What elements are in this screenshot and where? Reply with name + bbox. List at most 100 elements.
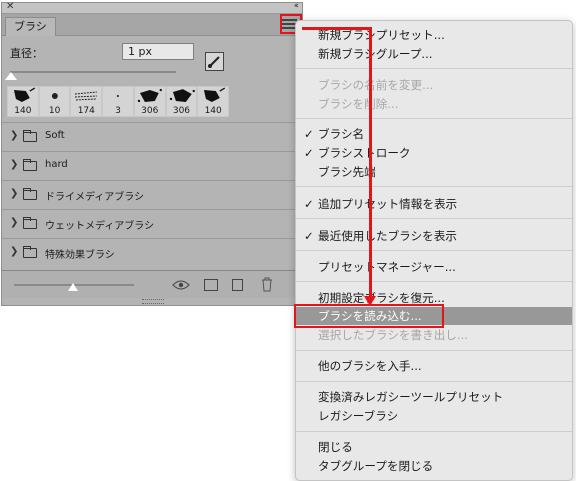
- menu-separator: [296, 68, 572, 69]
- brush-preset[interactable]: 10: [38, 86, 71, 117]
- brush-group-name: hard: [45, 159, 68, 170]
- brush-group-row[interactable]: ❯ hard: [2, 151, 302, 180]
- menu-separator: [296, 381, 572, 382]
- folder-icon[interactable]: [204, 279, 218, 291]
- brush-size: 306: [172, 106, 191, 116]
- brush-size: 140: [204, 106, 222, 116]
- close-icon[interactable]: ✕: [6, 1, 14, 12]
- menu-separator: [296, 218, 572, 219]
- menu-item: ブラシの名前を変更...: [296, 76, 572, 94]
- brush-group-name: 特殊効果ブラシ: [45, 250, 115, 261]
- annotation-arrow: [369, 27, 372, 299]
- panel-title-bar: ✕ ‹‹: [2, 1, 302, 14]
- dry-brush-icon: [75, 91, 98, 101]
- resize-grip[interactable]: [142, 299, 164, 304]
- checkmark-icon: ✓: [304, 146, 314, 160]
- folder-icon: [23, 217, 37, 229]
- menu-item[interactable]: タブグループを閉じる: [296, 457, 572, 475]
- menu-item-label: 他のブラシを入手...: [318, 359, 422, 373]
- brush-group-name: Soft: [45, 130, 65, 141]
- brush-preset[interactable]: 3: [102, 86, 134, 117]
- menu-item[interactable]: 閉じる: [296, 438, 572, 456]
- brush-group-name: ウェットメディアブラシ: [45, 221, 155, 232]
- chevron-right-icon[interactable]: ❯: [10, 159, 18, 170]
- menu-item-label: 追加プリセット情報を表示: [318, 197, 458, 211]
- brush-size: 3: [115, 106, 121, 116]
- brush-size: 140: [14, 106, 32, 116]
- size-label: 直径：: [10, 47, 43, 60]
- menu-separator: [296, 281, 572, 282]
- menu-item-label: 新規ブラシグループ...: [318, 47, 433, 61]
- menu-item-label: レガシーブラシ: [318, 409, 399, 423]
- brush-preset[interactable]: 140: [7, 86, 39, 117]
- brush-size: 174: [77, 106, 95, 116]
- brush-preset[interactable]: 140: [197, 86, 230, 117]
- brush-preset[interactable]: 306: [165, 86, 198, 117]
- brush-group-row[interactable]: ❯ ドライメディアブラシ: [2, 180, 302, 209]
- chevron-right-icon[interactable]: ❯: [10, 217, 18, 228]
- folder-icon: [23, 130, 37, 142]
- annotation-arrow: [302, 27, 372, 30]
- folder-icon: [23, 188, 37, 200]
- menu-item[interactable]: レガシーブラシ: [296, 407, 572, 425]
- menu-item-label: 閉じる: [318, 440, 353, 454]
- menu-separator: [296, 250, 572, 251]
- menu-item-label: 新規ブラシプリセット...: [318, 28, 445, 42]
- checkmark-icon: ✓: [304, 197, 314, 211]
- panel-bottom-bar: [2, 270, 302, 298]
- menu-item-label: ブラシストローク: [318, 146, 411, 160]
- tab-brush[interactable]: ブラシ: [5, 17, 56, 36]
- menu-item[interactable]: ブラシ先端: [296, 163, 572, 181]
- brush-panel: ✕ ‹‹ ブラシ 直径： 1 px 140 10 174 3 306 306 1…: [1, 1, 303, 306]
- brush-preset[interactable]: 306: [133, 86, 166, 117]
- size-input[interactable]: 1 px: [122, 43, 194, 60]
- brush-preset[interactable]: 174: [70, 86, 103, 117]
- splatter-icon: [169, 89, 195, 102]
- menu-item[interactable]: 変換済みレガシーツールプリセット: [296, 388, 572, 406]
- brush-size: 10: [48, 106, 61, 116]
- menu-item[interactable]: ✓ 追加プリセット情報を表示: [296, 195, 572, 213]
- visibility-icon[interactable]: [172, 279, 190, 291]
- brush-group-row[interactable]: ❯ Soft: [2, 122, 302, 151]
- checkmark-icon: ✓: [304, 127, 314, 141]
- menu-item: 選択したブラシを書き出し...: [296, 326, 572, 344]
- preview-size-thumb[interactable]: [68, 283, 78, 291]
- menu-item-label: ブラシの名前を変更...: [318, 78, 434, 92]
- menu-separator: [296, 186, 572, 187]
- menu-item: ブラシを削除...: [296, 95, 572, 113]
- size-slider-thumb[interactable]: [5, 72, 17, 80]
- folder-icon: [23, 159, 37, 171]
- menu-item-label: 最近使用したブラシを表示: [318, 229, 457, 243]
- chevron-right-icon[interactable]: ❯: [10, 246, 18, 257]
- brush-group-row[interactable]: ❯ 特殊効果ブラシ: [2, 238, 302, 267]
- brush-panel-menu: 新規ブラシプリセット... 新規ブラシグループ... ブラシの名前を変更... …: [295, 20, 573, 481]
- brush-group-row[interactable]: ❯ ウェットメディアブラシ: [2, 209, 302, 238]
- menu-item-label: タブグループを閉じる: [318, 459, 434, 473]
- collapse-icon[interactable]: ‹‹: [294, 1, 299, 11]
- checkmark-icon: ✓: [304, 229, 314, 243]
- chevron-right-icon[interactable]: ❯: [10, 130, 18, 141]
- soft-round-icon: [51, 93, 58, 99]
- menu-separator: [296, 431, 572, 432]
- splatter-icon: [137, 88, 162, 103]
- brush-settings-icon[interactable]: [205, 52, 224, 71]
- menu-item-label: プリセットマネージャー...: [318, 260, 456, 274]
- menu-separator: [296, 118, 572, 119]
- leaf-splatter-icon: [13, 87, 36, 102]
- trash-icon[interactable]: [261, 277, 273, 292]
- menu-item[interactable]: ✓ 最近使用したブラシを表示: [296, 227, 572, 245]
- brush-group-list: ❯ Soft ❯ hard ❯ ドライメディアブラシ ❯ ウェットメディアブラシ…: [2, 122, 302, 267]
- menu-item[interactable]: 他のブラシを入手...: [296, 357, 572, 375]
- menu-item-label: 変換済みレガシーツールプリセット: [318, 390, 504, 404]
- menu-item[interactable]: ✓ ブラシ名: [296, 125, 572, 143]
- menu-item[interactable]: 新規ブラシグループ...: [296, 45, 572, 63]
- menu-separator: [296, 350, 572, 351]
- menu-item-highlight-box: [294, 304, 444, 328]
- menu-item[interactable]: プリセットマネージャー...: [296, 258, 572, 276]
- new-brush-icon[interactable]: [232, 279, 243, 291]
- size-slider[interactable]: [10, 71, 176, 73]
- menu-item-label: ブラシを削除...: [318, 97, 399, 111]
- menu-item[interactable]: ✓ ブラシストローク: [296, 144, 572, 162]
- panel-tab-bar: ブラシ: [2, 14, 302, 36]
- chevron-right-icon[interactable]: ❯: [10, 188, 18, 199]
